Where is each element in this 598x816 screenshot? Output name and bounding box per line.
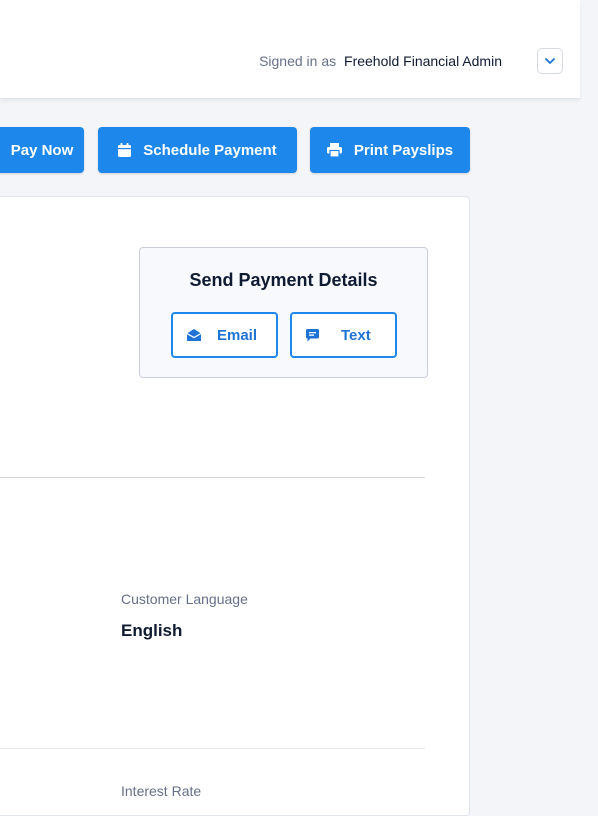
schedule-payment-label: Schedule Payment (143, 141, 277, 159)
print-payslips-label: Print Payslips (353, 141, 454, 159)
user-menu-toggle[interactable] (537, 48, 563, 74)
send-text-button[interactable]: Text (290, 312, 397, 358)
signed-in-user-name: Freehold Financial Admin (344, 53, 502, 69)
interest-rate-label: Interest Rate (121, 783, 202, 799)
calendar-icon (118, 143, 132, 157)
schedule-payment-button[interactable]: Schedule Payment (98, 127, 297, 173)
customer-language-value: English (121, 621, 183, 640)
section-divider (0, 477, 425, 478)
send-payment-details-title: Send Payment Details (189, 270, 378, 290)
section-divider (0, 748, 425, 749)
pay-now-label: Pay Now (10, 141, 74, 159)
signed-in-info: Signed in as Freehold Financial Admin (259, 53, 502, 69)
pay-now-button[interactable]: Pay Now (0, 127, 84, 173)
send-payment-details-panel: Send Payment Details Email Text (139, 247, 428, 378)
printer-icon (326, 143, 342, 157)
envelope-open-icon (187, 329, 201, 341)
customer-language-label: Customer Language (121, 591, 248, 607)
top-header: Signed in as Freehold Financial Admin (0, 0, 580, 99)
signed-in-prefix: Signed in as (259, 53, 337, 69)
send-email-button[interactable]: Email (171, 312, 278, 358)
chevron-down-icon (545, 57, 555, 64)
send-text-label: Text (341, 326, 371, 344)
send-email-label: Email (217, 326, 258, 344)
chat-bubble-icon (306, 328, 319, 341)
print-payslips-button[interactable]: Print Payslips (310, 127, 470, 173)
